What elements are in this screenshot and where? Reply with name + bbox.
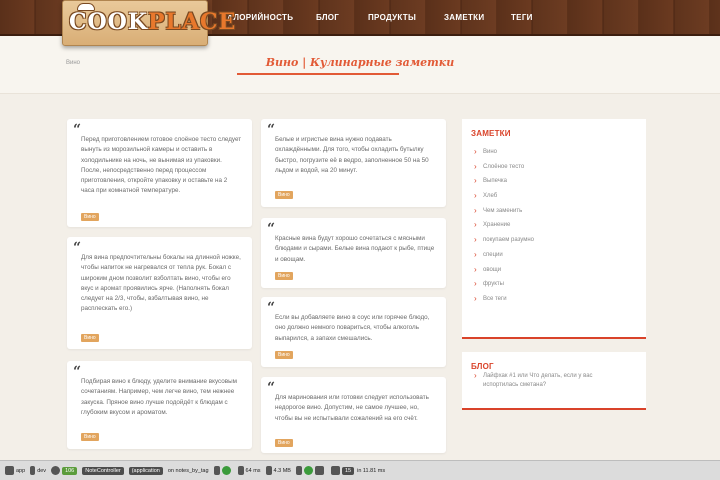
queries-count[interactable]: 15: [341, 466, 355, 475]
sidebar-item-baking[interactable]: Выпечка: [474, 176, 534, 192]
note-text: Подбирая вино к блюду, уделите внимание …: [81, 378, 237, 416]
site-header: COOKPLACE КАЛОРИЙНОСТЬ БЛОГ ПРОДУКТЫ ЗАМ…: [0, 0, 720, 46]
queries-time[interactable]: in 11.81 ms: [357, 468, 385, 474]
sidebar-item-smart-shopping[interactable]: покупаем разумно: [474, 235, 534, 251]
status-badge[interactable]: 106: [62, 466, 78, 475]
note-text: Если вы добавляете вино в соус или горяч…: [275, 314, 430, 342]
main-nav: КАЛОРИЙНОСТЬ БЛОГ ПРОДУКТЫ ЗАМЕТКИ ТЕГИ: [218, 0, 561, 36]
quote-icon: “: [73, 240, 82, 256]
note-card: “ Для маринования или готовки следует ис…: [261, 377, 446, 453]
debug-toolbar: app dev 106 NoteController (application …: [0, 460, 720, 480]
note-card: “ Перед приготовлением готовое слоёное т…: [67, 119, 252, 227]
sidebar-notes-title: ЗАМЕТКИ: [471, 129, 511, 138]
mode-label[interactable]: dev: [37, 468, 46, 474]
sidebar-item-storage[interactable]: Хранение: [474, 220, 534, 236]
sidebar-rule: [462, 337, 646, 339]
sidebar-blog-title: БЛОГ: [471, 362, 494, 371]
note-tag[interactable]: Вино: [275, 272, 293, 280]
title-underline: [237, 73, 399, 75]
note-card: “ Красные вина будут хорошо сочетаться с…: [261, 218, 446, 288]
quote-icon: “: [73, 122, 82, 138]
route-label[interactable]: on notes_by_tag: [168, 468, 209, 474]
blog-post-link[interactable]: Лайфхак #1 или Что делать, если у вас ис…: [474, 371, 624, 390]
logo-suffix: PLACE: [147, 9, 237, 35]
note-tag[interactable]: Вино: [81, 213, 99, 221]
symfony-icon: [5, 466, 14, 475]
security-icon: [295, 466, 302, 475]
debug-icon: [30, 466, 36, 475]
quote-icon: “: [73, 364, 82, 380]
note-card: “ Если вы добавляете вино в соус или гор…: [261, 297, 446, 367]
settings-icon: [51, 466, 61, 475]
sidebar-item-wine[interactable]: Вино: [474, 147, 534, 163]
nav-blog[interactable]: БЛОГ: [316, 0, 368, 36]
quote-icon: “: [267, 221, 276, 237]
logo-prefix: COOK: [69, 9, 148, 35]
note-text: Для вина предпочтительны бокалы на длинн…: [81, 254, 241, 313]
quote-icon: “: [267, 300, 276, 316]
quote-icon: “: [267, 380, 276, 396]
check-icon: [221, 466, 231, 475]
sidebar-notes-list: Вино Слоёное тесто Выпечка Хлеб Чем заме…: [474, 147, 534, 310]
site-logo[interactable]: COOKPLACE: [62, 0, 235, 46]
note-card: “ Подбирая вино к блюду, уделите внимани…: [67, 361, 252, 449]
note-tag[interactable]: Вино: [275, 351, 293, 359]
nav-notes[interactable]: ЗАМЕТКИ: [444, 0, 511, 36]
note-tag[interactable]: Вино: [81, 433, 99, 441]
hourglass-icon: [213, 466, 220, 475]
database-icon: [330, 466, 340, 475]
sidebar-notes: ЗАМЕТКИ Вино Слоёное тесто Выпечка Хлеб …: [462, 119, 646, 339]
sidebar-item-spices[interactable]: специи: [474, 250, 534, 266]
note-tag[interactable]: Вино: [275, 439, 293, 447]
controller-label[interactable]: NoteController: [82, 466, 124, 475]
nav-products[interactable]: ПРОДУКТЫ: [368, 0, 444, 36]
note-text: Красные вина будут хорошо сочетаться с м…: [275, 235, 435, 263]
time-icon: [237, 466, 244, 475]
note-text: Для маринования или готовки следует испо…: [275, 394, 429, 422]
nav-tags[interactable]: ТЕГИ: [511, 0, 561, 36]
user-icon: [303, 466, 313, 475]
sidebar-item-bread[interactable]: Хлеб: [474, 191, 534, 207]
note-tag[interactable]: Вино: [275, 191, 293, 199]
page-title: Вино | Кулинарные заметки: [265, 56, 455, 69]
sidebar-item-all-tags[interactable]: Все теги: [474, 294, 534, 310]
sidebar-item-puff-pastry[interactable]: Слоёное тесто: [474, 162, 534, 178]
application-label[interactable]: (application: [128, 466, 163, 475]
sidebar-item-fruits[interactable]: фрукты: [474, 279, 534, 295]
sidebar-item-vegetables[interactable]: овощи: [474, 265, 534, 281]
note-tag[interactable]: Вино: [81, 334, 99, 342]
note-card: “ Для вина предпочтительны бокалы на дли…: [67, 237, 252, 349]
memory-value[interactable]: 4.3 MB: [274, 468, 291, 474]
note-card: “ Белые и игристые вина нужно подавать о…: [261, 119, 446, 207]
note-text: Перед приготовлением готовое слоёное тес…: [81, 136, 242, 195]
quote-icon: “: [267, 122, 276, 138]
time-value[interactable]: 64 ms: [246, 468, 261, 474]
sidebar-blog: БЛОГ Лайфхак #1 или Что делать, если у в…: [462, 352, 646, 410]
form-icon: [314, 466, 324, 475]
sidebar-rule: [462, 408, 646, 410]
sidebar-item-substitutes[interactable]: Чем заменить: [474, 206, 534, 222]
note-text: Белые и игристые вина нужно подавать охл…: [275, 136, 429, 174]
env-label[interactable]: app: [16, 468, 25, 474]
memory-icon: [265, 466, 272, 475]
